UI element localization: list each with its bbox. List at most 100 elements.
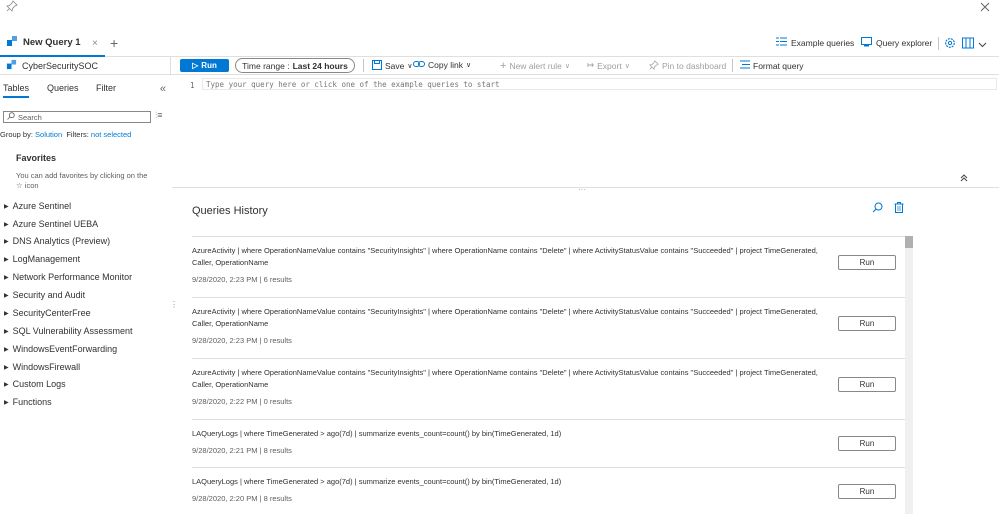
settings-icon[interactable] — [944, 36, 956, 54]
trash-icon[interactable] — [894, 202, 904, 216]
solution-item[interactable]: ▶ Azure Sentinel UEBA — [4, 219, 98, 229]
search-icon[interactable] — [872, 202, 883, 216]
history-entry[interactable]: LAQueryLogs | where TimeGenerated > ago(… — [192, 467, 905, 514]
explorer-icon — [861, 37, 872, 49]
solution-item[interactable]: ▶ Azure Sentinel — [4, 201, 71, 211]
chevron-down-icon: ∨ — [407, 63, 413, 70]
search-input[interactable]: Search — [3, 111, 151, 123]
group-by-link[interactable]: Solution — [35, 130, 62, 139]
format-icon — [740, 60, 750, 71]
schema-sidebar: Tables Queries Filter « Search ⫶≡ Group … — [0, 75, 172, 514]
divider — [363, 59, 364, 72]
tab-new-query-1[interactable]: New Query 1 × — [0, 30, 105, 57]
caret-right-icon: ▶ — [4, 292, 9, 299]
divider — [938, 37, 939, 50]
tab-queries[interactable]: Queries — [47, 83, 79, 93]
history-meta: 9/28/2020, 2:20 PM | 8 results — [192, 494, 292, 503]
solution-label: Azure Sentinel — [12, 201, 72, 211]
history-meta: 9/28/2020, 2:23 PM | 0 results — [192, 336, 292, 345]
solution-label: WindowsEventForwarding — [12, 344, 118, 354]
chevron-down-icon: ∨ — [465, 62, 472, 69]
sort-filter-icon[interactable]: ⫶≡ — [155, 110, 163, 121]
solution-item[interactable]: ▶ Security and Audit — [4, 290, 85, 300]
query-icon — [6, 35, 18, 50]
copy-link-button[interactable]: Copy link ∨ — [413, 60, 471, 70]
time-range-picker[interactable]: Time range : Last 24 hours — [235, 58, 355, 73]
solution-item[interactable]: ▶ LogManagement — [4, 254, 80, 264]
caret-right-icon: ▶ — [4, 238, 9, 245]
history-query-text: AzureActivity | where OperationNameValue… — [192, 307, 818, 328]
solution-item[interactable]: ▶ Functions — [4, 397, 52, 407]
solution-label: SecurityCenterFree — [12, 308, 91, 318]
caret-right-icon: ▶ — [4, 346, 9, 353]
history-query-text: LAQueryLogs | where TimeGenerated > ago(… — [192, 477, 562, 486]
history-run-button[interactable]: Run — [838, 484, 896, 499]
expand-icon[interactable] — [960, 174, 968, 184]
caret-right-icon: ▶ — [4, 203, 9, 210]
caret-right-icon: ▶ — [4, 310, 9, 317]
close-icon[interactable] — [980, 0, 994, 14]
scrollbar[interactable] — [905, 236, 913, 514]
chevron-down-icon[interactable] — [978, 36, 987, 54]
history-entry[interactable]: AzureActivity | where OperationNameValue… — [192, 358, 905, 419]
solution-label: Custom Logs — [12, 379, 66, 389]
tab-close-icon[interactable]: × — [92, 38, 98, 49]
solution-label: Security and Audit — [12, 290, 86, 300]
workspace-icon — [6, 59, 17, 72]
workspace-name: CyberSecuritySOC — [22, 60, 99, 71]
solution-item[interactable]: ▶ SecurityCenterFree — [4, 308, 91, 318]
tab-filter[interactable]: Filter — [96, 83, 116, 93]
history-entry[interactable]: AzureActivity | where OperationNameValue… — [192, 297, 905, 358]
divider — [170, 57, 171, 75]
history-run-button[interactable]: Run — [838, 255, 896, 270]
pin-to-dashboard-button[interactable]: Pin to dashboard — [649, 60, 726, 72]
solution-item[interactable]: ▶ Custom Logs — [4, 379, 66, 389]
query-editor[interactable]: 1 Type your query here or click one of t… — [172, 75, 999, 194]
run-button[interactable]: ▷ Run — [180, 59, 229, 72]
sidebar-tabs: Tables Queries Filter « — [0, 75, 172, 101]
query-explorer-button[interactable]: Query explorer — [861, 37, 932, 49]
history-run-button[interactable]: Run — [838, 316, 896, 331]
list-icon — [776, 37, 787, 48]
history-run-button[interactable]: Run — [838, 436, 896, 451]
scrollbar-thumb[interactable] — [905, 236, 913, 248]
solution-item[interactable]: ▶ SQL Vulnerability Assessment — [4, 326, 133, 336]
example-queries-button[interactable]: Example queries — [776, 37, 854, 48]
pin-icon[interactable] — [6, 0, 22, 16]
format-query-button[interactable]: Format query — [740, 60, 804, 71]
history-query-text: AzureActivity | where OperationNameValue… — [192, 368, 818, 389]
plus-icon: + — [500, 60, 507, 72]
solution-item[interactable]: ▶ DNS Analytics (Preview) — [4, 236, 110, 246]
solution-item[interactable]: ▶ WindowsEventForwarding — [4, 344, 117, 354]
history-run-button[interactable]: Run — [838, 377, 896, 392]
add-tab-icon[interactable]: + — [110, 35, 118, 51]
history-entry[interactable]: LAQueryLogs | where TimeGenerated > ago(… — [192, 419, 905, 467]
caret-right-icon: ▶ — [4, 221, 9, 228]
history-entry[interactable]: AzureActivity | where OperationNameValue… — [192, 236, 905, 297]
filters-link[interactable]: not selected — [91, 130, 131, 139]
chevron-down-icon: ∨ — [624, 62, 630, 70]
title-bar — [0, 0, 999, 30]
tab-tables[interactable]: Tables — [3, 83, 30, 98]
editor-placeholder: Type your query here or click one of the… — [206, 80, 500, 89]
columns-icon[interactable] — [962, 36, 974, 54]
save-button[interactable]: Save ∨ — [372, 60, 413, 72]
export-button[interactable]: ↦ Export ∨ — [587, 60, 630, 71]
solution-label: WindowsFirewall — [12, 362, 81, 372]
workspace-selector[interactable]: CyberSecuritySOC — [6, 59, 98, 72]
history-meta: 9/28/2020, 2:22 PM | 0 results — [192, 397, 292, 406]
history-meta: 9/28/2020, 2:21 PM | 8 results — [192, 446, 292, 455]
history-query-text: LAQueryLogs | where TimeGenerated > ago(… — [192, 429, 562, 438]
caret-right-icon: ▶ — [4, 328, 9, 335]
query-tabs-bar: New Query 1 × + Example queries Query ex… — [0, 30, 999, 57]
collapse-icon[interactable]: « — [160, 83, 166, 95]
chevron-down-icon: ∨ — [564, 63, 570, 70]
solution-item[interactable]: ▶ WindowsFirewall — [4, 362, 80, 372]
tab-title: New Query 1 — [23, 37, 81, 48]
solution-item[interactable]: ▶ Network Performance Monitor — [4, 272, 132, 282]
line-number: 1 — [190, 81, 195, 90]
history-meta: 9/28/2020, 2:23 PM | 6 results — [192, 275, 292, 284]
queries-history-panel: Queries History AzureActivity | where Op… — [172, 188, 999, 514]
search-placeholder: Search — [18, 112, 42, 122]
new-alert-rule-button[interactable]: + New alert rule ∨ — [500, 60, 570, 72]
